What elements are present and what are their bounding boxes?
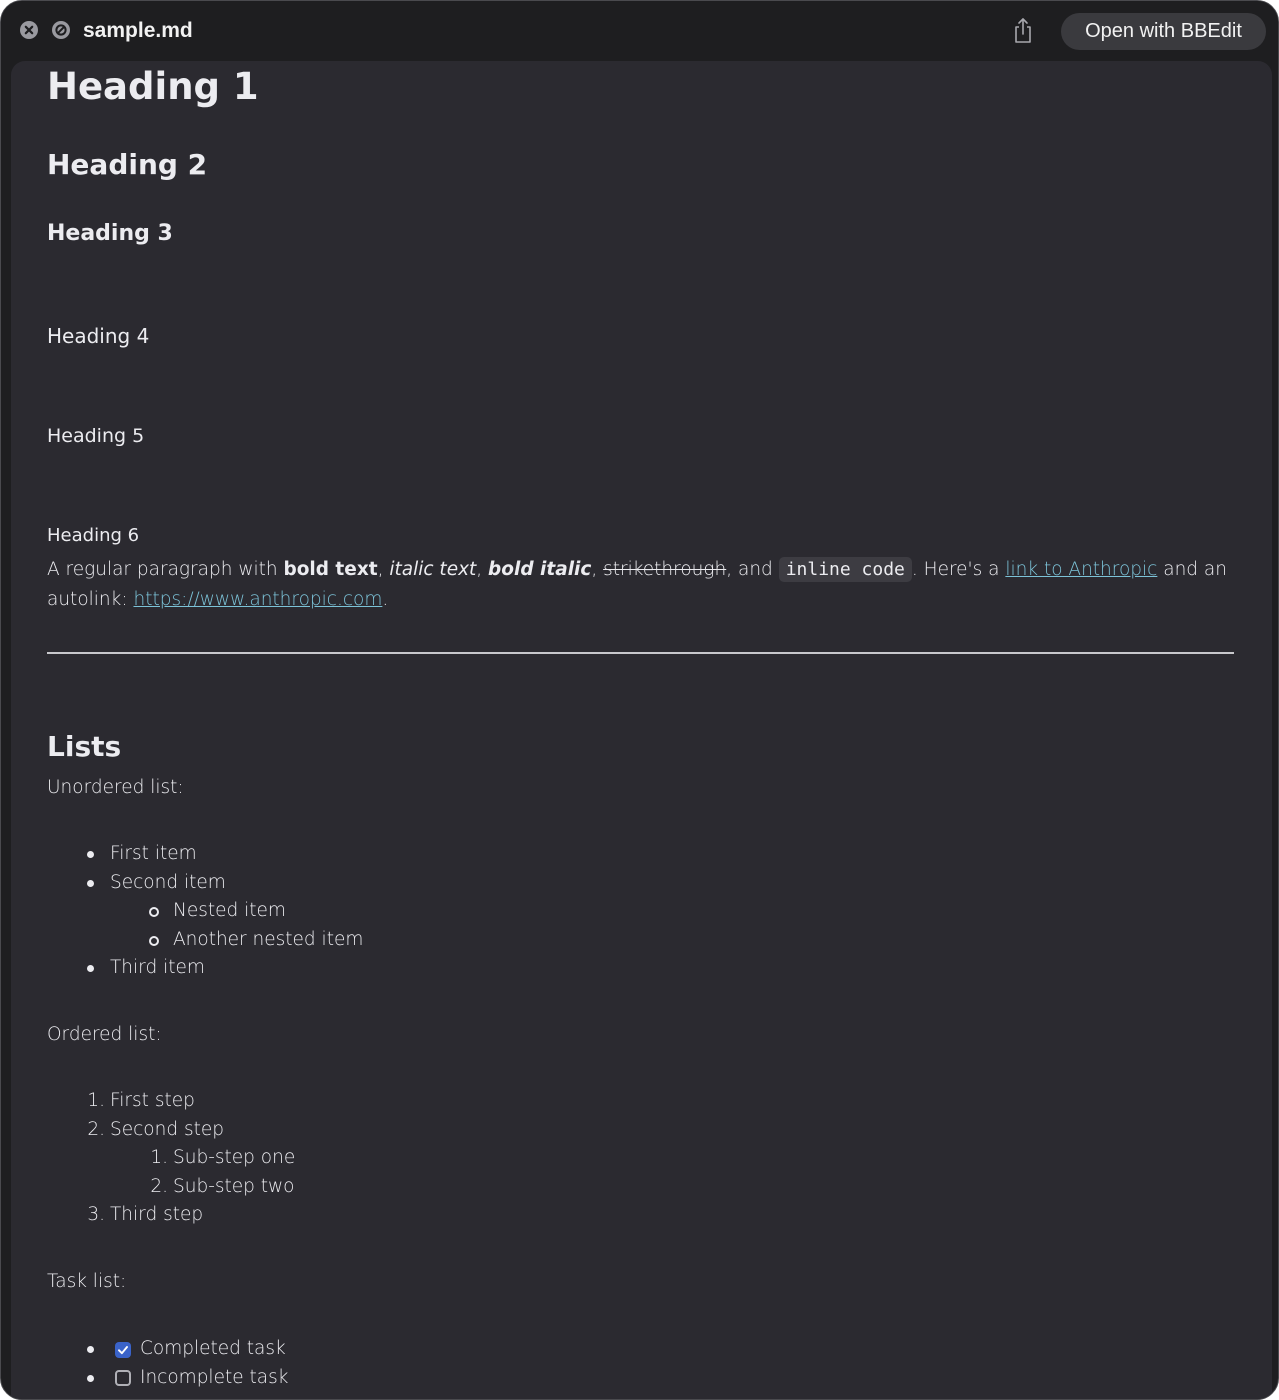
nested-list-item: Another nested item [173, 929, 364, 950]
heading-3: Heading 3 [47, 221, 173, 246]
list-number: 2. [87, 1119, 105, 1140]
bold-text: bold text [283, 559, 378, 580]
bold-italic-text: bold italic [488, 559, 592, 580]
ordered-list-item: Third step [110, 1204, 204, 1225]
bullet-icon [87, 851, 94, 858]
list-item: First item [110, 843, 197, 864]
italic-text: italic text [389, 559, 477, 580]
heading-5: Heading 5 [47, 425, 145, 447]
hollow-bullet-icon [149, 907, 159, 917]
list-number: 1. [150, 1147, 168, 1168]
list-number: 2. [150, 1176, 168, 1197]
heading-2: Heading 2 [47, 148, 208, 181]
paragraph-text: , [377, 559, 390, 580]
heading-1: Heading 1 [47, 65, 259, 108]
list-item: Third item [110, 957, 205, 978]
list-number: 3. [87, 1204, 105, 1225]
paragraph-text: . Here's a [911, 559, 1006, 580]
task-item-incomplete: Incomplete task [140, 1367, 289, 1388]
bullet-icon [87, 1375, 94, 1382]
checkmark-icon [118, 1346, 128, 1355]
autolink[interactable]: https://www.anthropic.com [133, 589, 382, 610]
paragraph-text: A regular paragraph with [47, 559, 284, 580]
task-item-completed: Completed task [140, 1338, 286, 1359]
checkbox-checked[interactable] [115, 1342, 131, 1358]
paragraph: A regular paragraph with bold text, ital… [47, 555, 1237, 615]
close-icon[interactable] [20, 21, 38, 39]
list-item: Second item [110, 872, 226, 893]
paragraph-text: , [476, 559, 489, 580]
heading-4: Heading 4 [47, 324, 150, 348]
strikethrough-text: strikethrough [603, 559, 727, 580]
paragraph-text: . [382, 589, 389, 610]
ordered-list-item: Second step [110, 1119, 224, 1140]
markdown-preview: Heading 1 Heading 2 Heading 3 Heading 4 … [11, 61, 1272, 1399]
ordered-list-label: Ordered list: [47, 1024, 162, 1045]
no-entry-icon[interactable] [52, 21, 70, 39]
task-list-label: Task list: [47, 1271, 127, 1292]
lists-heading: Lists [47, 730, 122, 763]
bullet-icon [87, 880, 94, 887]
quicklook-window: sample.md Open with BBEdit Heading 1 Hea… [0, 0, 1279, 1400]
inline-code: inline code [778, 557, 912, 582]
bullet-icon [87, 965, 94, 972]
hollow-bullet-icon [149, 936, 159, 946]
open-with-bbedit-button[interactable]: Open with BBEdit [1061, 13, 1266, 50]
unordered-list-label: Unordered list: [47, 777, 184, 798]
title-bar: sample.md Open with BBEdit [1, 1, 1278, 61]
nested-ordered-item: Sub-step two [173, 1176, 295, 1197]
bullet-icon [87, 1346, 94, 1353]
window-title: sample.md [83, 19, 193, 42]
paragraph-text: , and [726, 559, 779, 580]
anthropic-link[interactable]: link to Anthropic [1005, 559, 1157, 580]
list-number: 1. [87, 1090, 105, 1111]
paragraph-text: , [591, 559, 604, 580]
ordered-list-item: First step [110, 1090, 195, 1111]
share-icon[interactable] [1012, 16, 1034, 44]
horizontal-rule [47, 652, 1234, 654]
nested-list-item: Nested item [173, 900, 286, 921]
nested-ordered-item: Sub-step one [173, 1147, 296, 1168]
heading-6: Heading 6 [47, 525, 140, 546]
checkbox-unchecked[interactable] [115, 1370, 131, 1386]
